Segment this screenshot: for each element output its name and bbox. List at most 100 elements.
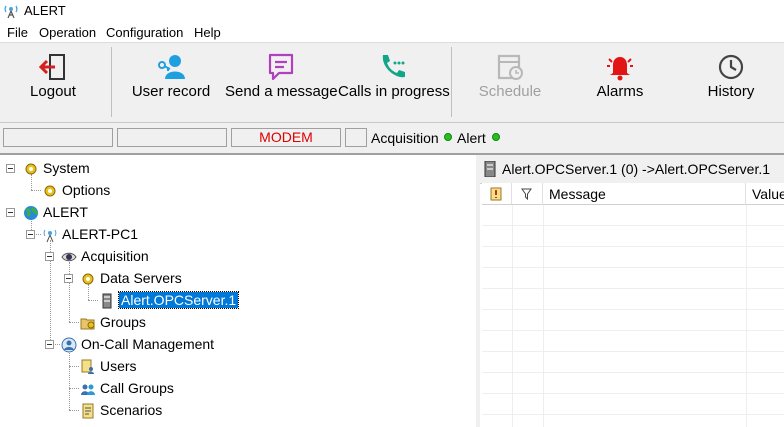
history-clock-icon	[718, 54, 744, 80]
toolbar-separator	[111, 47, 112, 117]
menu-help[interactable]: Help	[194, 25, 221, 40]
column-header-filter[interactable]	[512, 183, 543, 205]
tree-node-alert[interactable]: ALERT	[23, 202, 88, 222]
collapse-toggle[interactable]	[6, 208, 15, 217]
group-icon	[81, 384, 95, 396]
menu-file[interactable]: File	[7, 25, 28, 40]
grid-row[interactable]	[482, 331, 784, 352]
tree-node-label: ALERT-PC1	[62, 226, 138, 242]
tree-connector	[69, 388, 79, 389]
grid-row[interactable]	[482, 268, 784, 289]
column-header-state[interactable]	[482, 183, 512, 205]
tree-connector	[31, 190, 41, 191]
eye-icon	[61, 253, 77, 262]
tree-node-pc[interactable]: ALERT-PC1	[42, 224, 138, 244]
collapse-toggle[interactable]	[64, 274, 73, 283]
tree-node-users[interactable]: Users	[80, 356, 137, 376]
calls-in-progress-label: Calls in progress	[338, 83, 450, 100]
tree-node-label: Users	[100, 358, 137, 374]
users-list-icon	[81, 359, 94, 375]
tree-connector	[69, 366, 79, 367]
status-field-1	[3, 128, 113, 147]
tree-node-data-servers[interactable]: Data Servers	[80, 268, 182, 288]
alarms-label: Alarms	[596, 83, 644, 100]
calls-in-progress-button[interactable]: Calls in progress	[338, 43, 450, 122]
tree-node-label: Scenarios	[100, 402, 163, 418]
grid-row[interactable]	[482, 205, 784, 226]
status-field-3	[345, 128, 367, 147]
toolbar: Logout User record Send a message Calls …	[0, 43, 784, 123]
tree-node-label: Alert.OPCServer.1	[117, 291, 240, 309]
grid-row[interactable]	[482, 289, 784, 310]
antenna-icon	[43, 230, 57, 243]
history-button[interactable]: History	[686, 43, 776, 122]
user-record-button[interactable]: User record	[125, 43, 217, 122]
tree-node-label: ALERT	[43, 204, 88, 220]
filter-icon	[521, 188, 532, 200]
logout-label: Logout	[30, 83, 76, 100]
send-message-label: Send a message	[225, 83, 338, 100]
tree-node-groups[interactable]: Groups	[80, 312, 146, 332]
detail-pane: Alert.OPCServer.1 (0) ->Alert.OPCServer.…	[480, 155, 784, 427]
grid-row[interactable]	[482, 310, 784, 331]
tree-connector	[69, 410, 79, 411]
menu-configuration[interactable]: Configuration	[106, 25, 183, 40]
server-icon	[484, 161, 496, 177]
user-key-icon	[158, 55, 185, 79]
globe-icon	[24, 206, 39, 221]
detail-title: Alert.OPCServer.1 (0) ->Alert.OPCServer.…	[502, 161, 771, 177]
alarms-button[interactable]: Alarms	[575, 43, 665, 122]
toolbar-separator	[451, 47, 452, 117]
alert-status-label: Alert	[457, 130, 486, 146]
messages-grid[interactable]: Message Value	[482, 183, 784, 427]
tree-connector	[69, 350, 70, 410]
send-message-button[interactable]: Send a message	[225, 43, 338, 122]
grid-row[interactable]	[482, 247, 784, 268]
collapse-toggle[interactable]	[45, 252, 54, 261]
menu-operation[interactable]: Operation	[39, 25, 96, 40]
tree-node-label: Acquisition	[81, 248, 149, 264]
title-bar: ALERT	[0, 0, 784, 22]
tree-node-scenarios[interactable]: Scenarios	[80, 400, 162, 420]
tree-node-system[interactable]: System	[23, 158, 90, 178]
tree-connector	[69, 262, 70, 322]
grid-row[interactable]	[482, 352, 784, 373]
server-icon	[102, 293, 112, 309]
tree-node-label: Data Servers	[100, 270, 182, 286]
gear-icon	[82, 273, 94, 285]
tree-connector	[69, 322, 79, 323]
logout-icon	[38, 54, 65, 80]
column-header-message[interactable]: Message	[543, 183, 746, 205]
schedule-button[interactable]: Schedule	[465, 43, 555, 122]
grid-row[interactable]	[482, 373, 784, 394]
tree-node-acquisition[interactable]: Acquisition	[61, 246, 149, 266]
tree-node-label: Groups	[100, 314, 146, 330]
user-record-label: User record	[131, 83, 211, 100]
folder-gear-icon	[80, 318, 95, 330]
gear-icon	[25, 163, 37, 175]
tree-node-opc-server[interactable]: Alert.OPCServer.1	[99, 290, 240, 310]
user-circle-icon	[61, 337, 77, 353]
history-label: History	[707, 83, 755, 100]
grid-row[interactable]	[482, 394, 784, 415]
alarm-bell-icon	[607, 57, 633, 81]
collapse-toggle[interactable]	[45, 340, 54, 349]
tree-node-label: Call Groups	[100, 380, 174, 396]
navigation-tree[interactable]: System Options ALERT ALERT-PC1 Acquisiti…	[0, 155, 477, 427]
column-header-value[interactable]: Value	[746, 183, 784, 205]
gear-icon	[44, 185, 56, 197]
schedule-icon	[497, 54, 523, 80]
logout-button[interactable]: Logout	[8, 43, 98, 122]
collapse-toggle[interactable]	[26, 230, 35, 239]
tree-connector	[88, 300, 98, 301]
status-bar: MODEM Acquisition Alert	[0, 123, 784, 153]
document-alert-icon	[490, 187, 502, 201]
tree-node-on-call[interactable]: On-Call Management	[61, 334, 214, 354]
detail-header: Alert.OPCServer.1 (0) ->Alert.OPCServer.…	[480, 155, 784, 184]
schedule-label: Schedule	[478, 83, 542, 100]
collapse-toggle[interactable]	[6, 164, 15, 173]
scenario-icon	[82, 403, 94, 419]
tree-node-options[interactable]: Options	[42, 180, 110, 200]
grid-row[interactable]	[482, 226, 784, 247]
tree-node-call-groups[interactable]: Call Groups	[80, 378, 174, 398]
